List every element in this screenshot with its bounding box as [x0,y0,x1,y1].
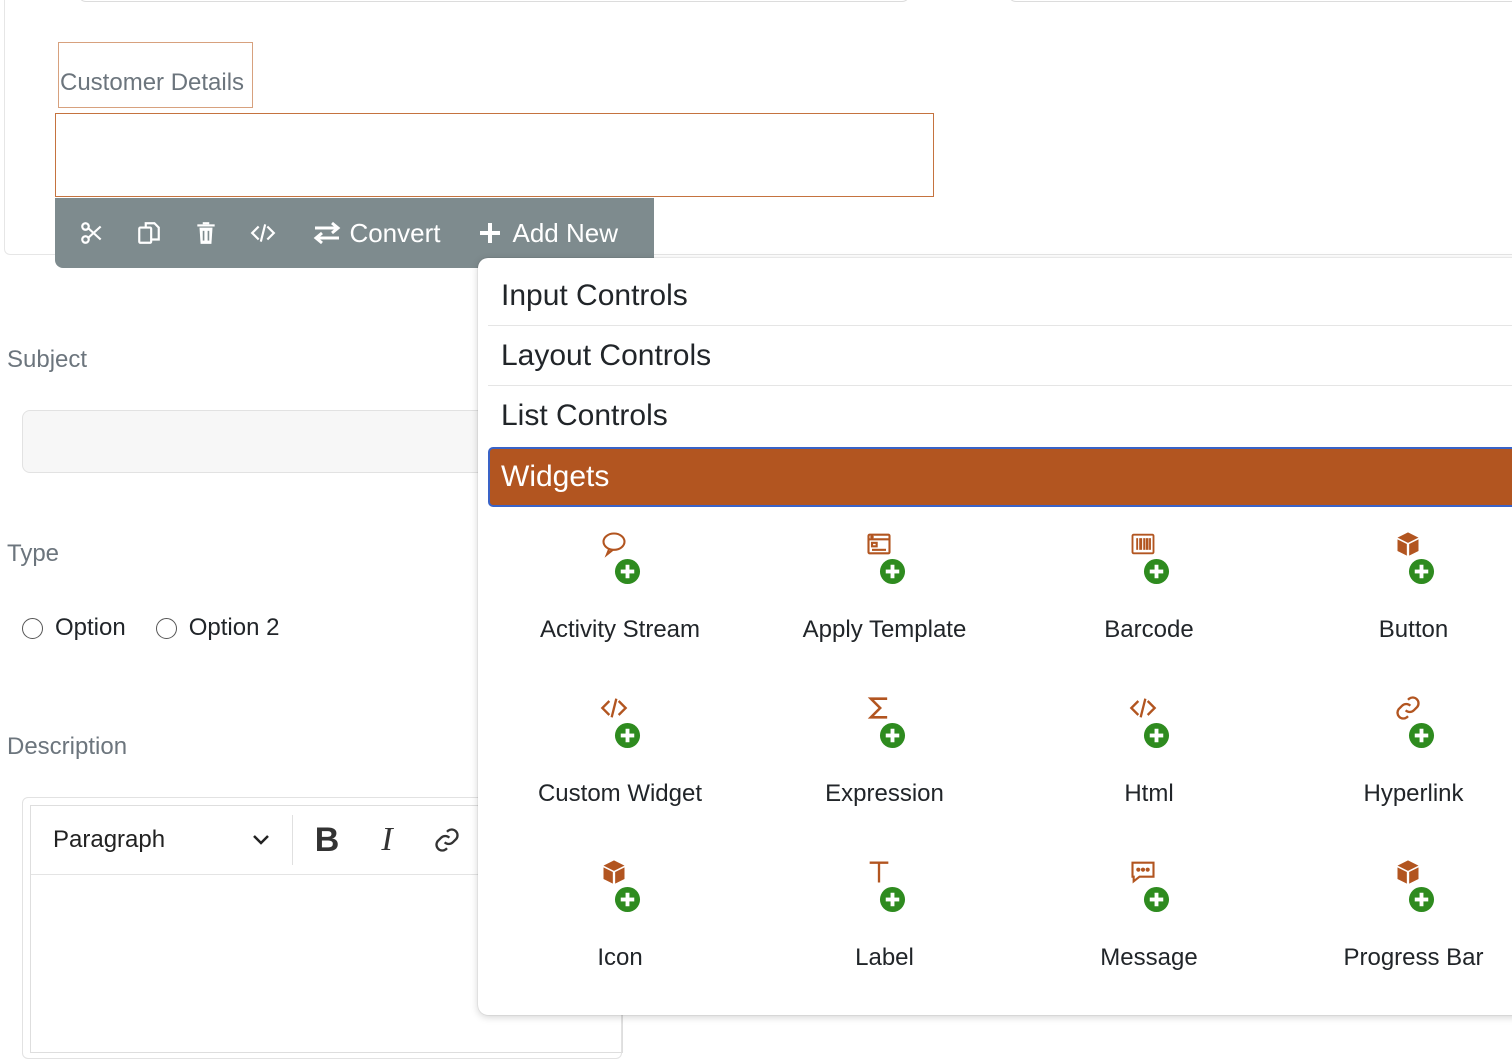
widget-item-expression[interactable]: Expression [753,694,1017,808]
section-title[interactable]: Customer Details [58,42,253,108]
add-new-label: Add New [512,217,618,248]
widget-label: Html [1124,780,1174,807]
widget-icon-wrap [600,530,641,586]
add-plus-icon [1143,722,1170,749]
cube-icon [1394,530,1422,558]
category-layout-controls[interactable]: Layout Controls [488,326,1512,386]
add-plus-icon [1143,558,1170,585]
widget-label: Activity Stream [539,616,701,643]
radio-button[interactable] [22,617,43,639]
text-t-icon [865,858,893,886]
widget-item-apply-template[interactable]: Apply Template [753,530,1017,644]
template-window-icon [865,530,893,558]
widget-item-custom-widget[interactable]: Custom Widget [488,694,752,808]
widget-icon-wrap [865,694,905,750]
chevron-down-icon [253,835,269,845]
widget-icon-wrap [1394,694,1434,750]
convert-button[interactable]: Convert [313,218,440,249]
convert-label: Convert [349,217,441,248]
message-dots-icon [1129,858,1157,886]
add-plus-icon [1408,722,1435,749]
type-label: Type [7,540,60,567]
widget-icon-wrap [1129,694,1170,750]
radio-label: Option [55,614,126,641]
subject-label: Subject [7,346,88,373]
widget-item-button[interactable]: Button [1282,530,1512,644]
plus-icon [480,223,501,243]
type-radio-group: Option Option 2 [22,614,309,642]
code-icon [600,694,628,722]
exchange-icon [314,221,341,245]
add-plus-icon [614,886,641,913]
cube-icon [1394,858,1422,886]
widget-icon-wrap [600,694,641,750]
widget-label: Custom Widget [537,780,703,807]
bold-icon: B [314,820,340,859]
category-list-controls[interactable]: List Controls [488,386,1512,446]
italic-icon: I [381,821,393,858]
widget-item-barcode[interactable]: Barcode [1017,530,1281,644]
paragraph-select[interactable]: Paragraph [31,815,293,865]
link-icon [435,828,459,852]
category-widgets[interactable]: Widgets [488,447,1512,507]
widget-label: Progress Bar [1343,944,1484,971]
widget-label: Hyperlink [1363,780,1464,807]
add-plus-icon [879,722,906,749]
section-body-dropzone[interactable] [55,113,934,197]
widget-icon-wrap [865,530,905,586]
sigma-icon [865,694,893,722]
widget-icon-wrap [1129,530,1170,586]
link-icon [1394,694,1422,722]
category-input-controls[interactable]: Input Controls [488,266,1512,326]
widget-label: Expression [825,780,944,807]
add-plus-icon [879,886,906,913]
copy-icon[interactable] [134,217,163,249]
description-label: Description [7,733,128,760]
widget-label: Message [1100,944,1198,971]
add-new-button[interactable]: Add New [476,218,618,249]
widget-icon-wrap [1129,858,1170,914]
widget-label: Barcode [1104,616,1194,643]
paragraph-select-value: Paragraph [53,826,166,853]
widget-item-activity-stream[interactable]: Activity Stream [488,530,752,644]
widget-item-icon[interactable]: Icon [488,858,752,972]
italic-button[interactable]: I [357,815,417,865]
code-icon [1129,694,1157,722]
speech-bubble-icon [600,530,628,558]
widget-item-hyperlink[interactable]: Hyperlink [1282,694,1512,808]
cube-icon [600,858,628,886]
widget-label: Label [855,944,914,971]
widget-label: Button [1378,616,1449,643]
delete-icon[interactable] [191,217,220,249]
radio-label: Option 2 [188,614,280,641]
link-button[interactable] [417,815,477,865]
widget-label: Apply Template [802,616,967,643]
add-new-dropdown: Input Controls Layout Controls List Cont… [478,258,1512,1015]
add-plus-icon [614,558,641,585]
radio-option-1[interactable]: Option [22,614,126,642]
widget-icon-wrap [865,858,905,914]
widget-icon-wrap [600,858,641,914]
add-plus-icon [614,722,641,749]
add-plus-icon [1143,886,1170,913]
widget-label: Icon [597,944,643,971]
category-list: Input Controls Layout Controls List Cont… [488,266,1512,507]
barcode-icon [1129,530,1157,558]
bold-button[interactable]: B [297,815,357,865]
cut-icon[interactable] [77,217,106,249]
add-plus-icon [1408,886,1435,913]
radio-button[interactable] [155,617,177,639]
widget-item-progress-bar[interactable]: Progress Bar [1282,858,1512,972]
widget-item-label[interactable]: Label [753,858,1017,972]
add-plus-icon [879,558,906,585]
code-icon[interactable] [248,217,277,249]
add-plus-icon [1408,558,1435,585]
form-designer-page: Customer Details Convert Add New Subject… [0,0,1512,1064]
widget-item-message[interactable]: Message [1017,858,1281,972]
radio-option-2[interactable]: Option 2 [155,614,280,642]
widget-icon-wrap [1394,530,1434,586]
widget-item-html[interactable]: Html [1017,694,1281,808]
widget-icon-wrap [1394,858,1434,914]
